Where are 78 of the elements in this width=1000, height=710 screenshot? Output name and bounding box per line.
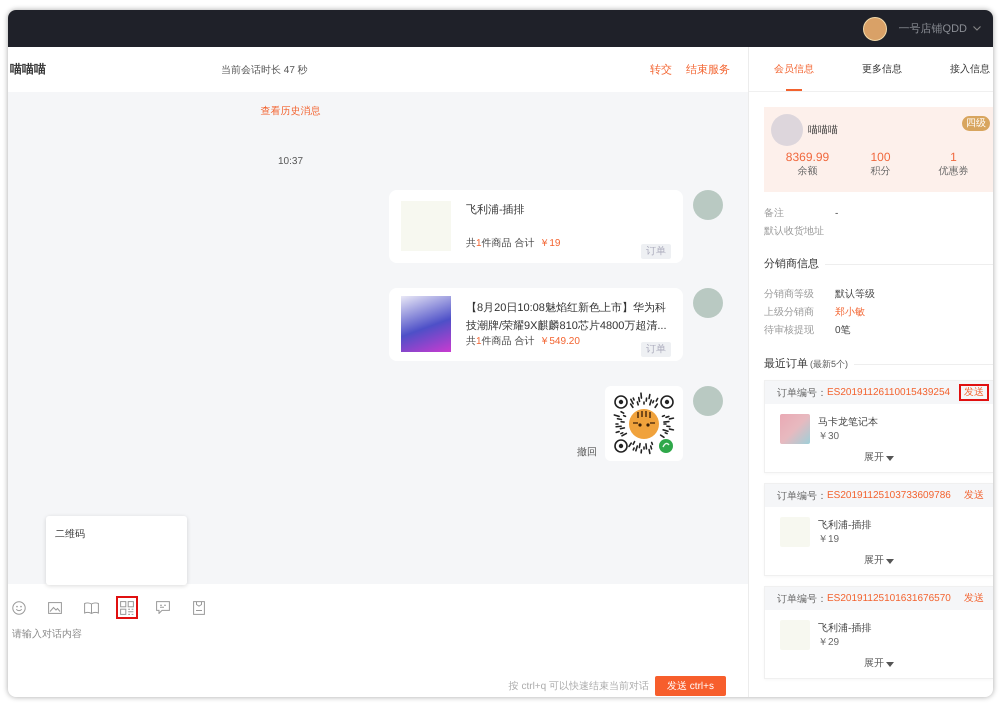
distributor-link[interactable]: 郑小敏 xyxy=(835,305,865,319)
product-photo xyxy=(401,296,451,352)
product-photo xyxy=(780,414,810,444)
recall-link[interactable]: 撤回 xyxy=(577,445,597,459)
history-link[interactable]: 查看历史消息 xyxy=(260,105,320,119)
stat-label: 优惠券 xyxy=(938,165,968,179)
field-label: 分销商等级 xyxy=(764,288,815,301)
level-badge: 四级 xyxy=(962,116,990,131)
field-value: 0笔 xyxy=(835,324,851,337)
tab[interactable]: 接入信息 xyxy=(950,47,990,91)
product-price: ￥30 xyxy=(818,430,840,444)
toolbar-button[interactable] xyxy=(116,596,138,619)
order-summary: 共1件商品 合计 xyxy=(466,237,534,251)
order-button[interactable]: 订单 xyxy=(641,342,671,357)
order-number: ES20191126110015439254 xyxy=(827,387,950,398)
agent-avatar xyxy=(693,386,723,416)
caret-down-icon xyxy=(886,456,894,460)
field-label: 默认收货地址 xyxy=(764,224,825,238)
store-menu-button[interactable]: 一号店铺QDD xyxy=(896,19,983,38)
product-title: 【8月20日10:08魅焰红新色上市】华为科技潮牌/荣耀9X麒麟810芯片4800万超清... xyxy=(466,300,668,334)
send-order-button[interactable]: 发送 xyxy=(959,487,989,504)
order-number: ES20191125101631676570 xyxy=(827,593,951,604)
send-button[interactable]: 发送 ctrl+s xyxy=(655,676,726,696)
session-duration: 当前会话时长 47 秒 xyxy=(221,64,309,76)
order-number-label: 订单编号： xyxy=(777,592,827,606)
member-name: 喵喵喵 xyxy=(808,124,838,137)
send-order-button[interactable]: 发送 xyxy=(959,384,989,401)
field-label: 上级分销商 xyxy=(764,306,815,319)
order-number-label: 订单编号： xyxy=(777,490,827,502)
tab[interactable]: 会员信息 xyxy=(774,47,814,91)
store-avatar xyxy=(862,16,887,40)
product-price: ￥29 xyxy=(818,636,840,650)
caret-down-icon xyxy=(973,26,981,31)
qr-code-icon xyxy=(120,600,134,614)
expand-button[interactable]: 展开 xyxy=(864,450,894,466)
order-number: ES20191125103733609786 xyxy=(827,490,951,501)
caret-down-icon xyxy=(886,662,894,666)
stat-label: 余额 xyxy=(798,165,818,179)
header-action-button[interactable]: 转交 xyxy=(650,62,672,77)
message-time: 10:37 xyxy=(278,156,304,167)
section-title: 分销商信息 xyxy=(764,256,819,272)
agent-avatar xyxy=(693,288,723,318)
tab[interactable]: 更多信息 xyxy=(862,47,902,91)
product-price: ￥19 xyxy=(818,533,840,547)
chat-bubble-icon xyxy=(156,601,170,614)
expand-button[interactable]: 展开 xyxy=(864,553,894,569)
expand-button[interactable]: 展开 xyxy=(864,656,894,672)
field-label: 待审核提现 xyxy=(764,324,815,337)
book-icon xyxy=(84,602,98,614)
product-name: 飞利浦-插排 xyxy=(818,519,872,533)
section-note: (最新5个) xyxy=(810,358,848,370)
product-name: 马卡龙笔记本 xyxy=(818,416,878,430)
member-avatar xyxy=(771,114,803,146)
field-value: 默认等级 xyxy=(835,288,875,301)
clipboard-icon xyxy=(193,600,205,614)
caret-down-icon xyxy=(886,558,894,564)
stat-value: 1 xyxy=(950,150,957,165)
price-text: ￥549.20 xyxy=(539,335,580,349)
shortcut-hint: 按 ctrl+q 可以快速结束当前对话 xyxy=(508,680,649,692)
product-title: 飞利浦-插排 xyxy=(466,203,526,218)
field-value: - xyxy=(835,208,838,218)
section-title: 最近订单 xyxy=(764,357,808,372)
order-number-label: 订单编号： xyxy=(777,386,827,400)
stat-value: 100 xyxy=(870,150,891,165)
order-summary: 共1件商品 合计 xyxy=(466,335,534,349)
field-label: 备注 xyxy=(764,206,785,220)
stat-label: 积分 xyxy=(870,165,890,179)
popup-menu-item[interactable]: 二维码 xyxy=(55,529,85,540)
price-text: ￥19 xyxy=(539,237,560,251)
agent-avatar xyxy=(693,190,723,220)
order-button[interactable]: 订单 xyxy=(641,244,671,259)
header-action-button[interactable]: 结束服务 xyxy=(686,62,730,77)
smiley-icon xyxy=(12,600,26,614)
image-icon xyxy=(48,602,62,614)
send-order-button[interactable]: 发送 xyxy=(959,590,989,607)
customer-name: 喵喵喵 xyxy=(10,61,47,78)
product-name: 飞利浦-插排 xyxy=(818,622,872,636)
stat-value: 8369.99 xyxy=(786,150,830,165)
